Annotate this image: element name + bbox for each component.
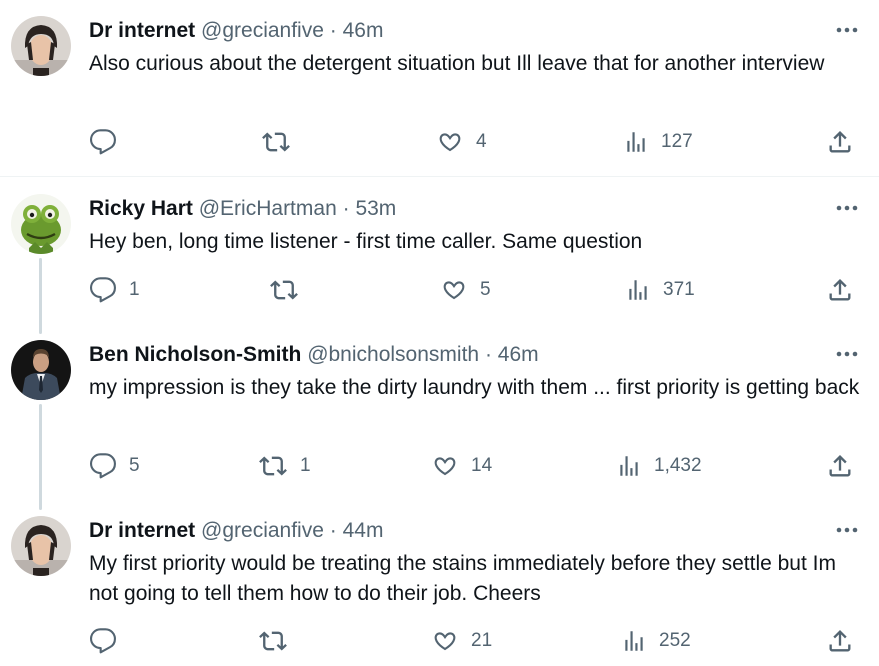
- reply-button[interactable]: 1: [89, 275, 140, 305]
- retweet-button[interactable]: [261, 127, 303, 157]
- tweet-text: Also curious about the detergent situati…: [89, 52, 825, 75]
- view-count: 371: [663, 279, 695, 300]
- separator-dot: ·: [329, 19, 337, 42]
- like-count: 4: [476, 131, 487, 152]
- retweet-icon: [262, 132, 290, 152]
- author-handle[interactable]: @grecianfive: [201, 519, 324, 542]
- like-button[interactable]: 5: [440, 275, 491, 305]
- like-count: 21: [471, 630, 493, 651]
- avatar-green-frog-icon: [11, 194, 71, 254]
- views-button[interactable]: 127: [623, 127, 693, 157]
- views-chart-icon: [625, 631, 643, 651]
- more-dots-icon: [836, 205, 858, 211]
- reply-button[interactable]: [89, 127, 129, 157]
- heart-icon: [439, 133, 461, 152]
- views-chart-icon: [629, 280, 647, 300]
- author-handle[interactable]: @bnicholsonsmith: [307, 343, 479, 366]
- more-options-button[interactable]: [832, 20, 862, 40]
- more-dots-icon: [836, 351, 858, 357]
- tweet[interactable]: Ben Nicholson-Smith @bnicholsonsmith · 4…: [0, 327, 879, 507]
- avatar[interactable]: [11, 516, 71, 576]
- avatar[interactable]: [11, 340, 71, 400]
- view-count: 127: [661, 131, 693, 152]
- views-chart-icon: [627, 132, 645, 152]
- retweet-button[interactable]: [269, 275, 311, 305]
- retweet-button[interactable]: 1: [258, 451, 311, 481]
- author-name[interactable]: Dr internet: [89, 519, 195, 542]
- heart-icon: [443, 281, 465, 300]
- heart-icon: [434, 457, 456, 476]
- like-button[interactable]: 14: [431, 451, 492, 481]
- share-button[interactable]: [826, 275, 854, 305]
- share-upload-icon: [829, 131, 851, 153]
- retweet-icon: [259, 456, 287, 476]
- tweet-header: Ben Nicholson-Smith @bnicholsonsmith · 4…: [89, 341, 539, 369]
- author-name[interactable]: Ben Nicholson-Smith: [89, 343, 301, 366]
- view-count: 252: [659, 630, 691, 651]
- like-count: 14: [471, 455, 493, 476]
- share-upload-icon: [829, 279, 851, 301]
- reply-count: 1: [129, 279, 140, 300]
- tweet-text: Hey ben, long time listener - first time…: [89, 230, 643, 253]
- views-button[interactable]: 1,432: [616, 451, 702, 481]
- reply-icon: [89, 277, 116, 303]
- retweet-count: 1: [300, 455, 311, 476]
- like-button[interactable]: 4: [436, 127, 487, 157]
- tweet-header: Dr internet @grecianfive · 46m: [89, 17, 383, 45]
- tweet[interactable]: Dr internet @grecianfive · 44m My first …: [0, 507, 879, 666]
- like-button[interactable]: 21: [431, 626, 492, 656]
- more-options-button[interactable]: [832, 520, 862, 540]
- share-upload-icon: [829, 455, 851, 477]
- author-handle[interactable]: @grecianfive: [201, 19, 324, 42]
- avatar-man-in-suit-icon: [11, 340, 71, 400]
- reply-button[interactable]: [89, 626, 129, 656]
- views-button[interactable]: 371: [625, 275, 695, 305]
- tweet-header: Ricky Hart @EricHartman · 53m: [89, 195, 396, 223]
- reply-icon: [89, 453, 116, 479]
- more-options-button[interactable]: [832, 198, 862, 218]
- share-button[interactable]: [826, 626, 854, 656]
- tweet-text: my impression is they take the dirty lau…: [89, 376, 860, 399]
- timestamp[interactable]: 44m: [343, 519, 384, 542]
- retweet-icon: [259, 631, 287, 651]
- timestamp[interactable]: 53m: [355, 197, 396, 220]
- retweet-icon: [270, 280, 298, 300]
- separator-dot: ·: [329, 519, 337, 542]
- separator-dot: ·: [484, 343, 492, 366]
- avatar[interactable]: [11, 16, 71, 76]
- retweet-button[interactable]: [258, 626, 300, 656]
- more-dots-icon: [836, 27, 858, 33]
- view-count: 1,432: [654, 455, 702, 476]
- share-button[interactable]: [826, 127, 854, 157]
- reply-button[interactable]: 5: [89, 451, 140, 481]
- tweet-header: Dr internet @grecianfive · 44m: [89, 517, 383, 545]
- separator-dot: ·: [342, 197, 350, 220]
- reply-icon: [89, 628, 116, 654]
- like-count: 5: [480, 279, 491, 300]
- author-name[interactable]: Ricky Hart: [89, 197, 193, 220]
- heart-icon: [434, 632, 456, 651]
- author-name[interactable]: Dr internet: [89, 19, 195, 42]
- timestamp[interactable]: 46m: [343, 19, 384, 42]
- share-button[interactable]: [826, 451, 854, 481]
- share-upload-icon: [829, 630, 851, 652]
- avatar-dark-hair-man-icon: [11, 516, 71, 576]
- views-button[interactable]: 252: [621, 626, 691, 656]
- reply-count: 5: [129, 455, 140, 476]
- avatar-dark-hair-man-icon: [11, 16, 71, 76]
- reply-icon: [89, 129, 116, 155]
- tweet-text: My first priority would be treating the …: [89, 552, 836, 605]
- tweet[interactable]: Dr internet @grecianfive · 46m Also curi…: [0, 0, 879, 176]
- tweet[interactable]: Ricky Hart @EricHartman · 53m Hey ben, l…: [0, 177, 879, 327]
- author-handle[interactable]: @EricHartman: [199, 197, 337, 220]
- timestamp[interactable]: 46m: [498, 343, 539, 366]
- views-chart-icon: [620, 456, 638, 476]
- more-dots-icon: [836, 527, 858, 533]
- avatar[interactable]: [11, 194, 71, 254]
- more-options-button[interactable]: [832, 344, 862, 364]
